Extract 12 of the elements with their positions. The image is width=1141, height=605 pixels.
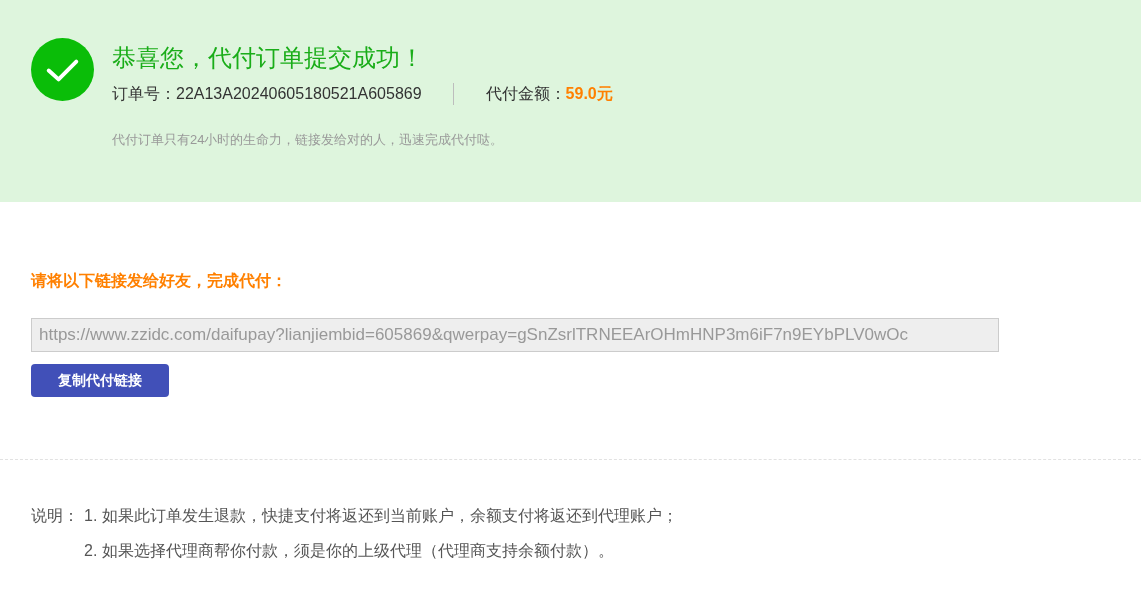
- note-item: 2. 如果选择代理商帮你付款，须是你的上级代理（代理商支持余额付款）。: [84, 541, 615, 561]
- order-number: 22A13A20240605180521A605869: [176, 84, 422, 104]
- validity-note: 代付订单只有24小时的生命力，链接发给对的人，迅速完成代付哒。: [112, 131, 505, 149]
- success-check-icon: [31, 38, 94, 101]
- amount-value: 59.0元: [565, 84, 613, 104]
- share-heading: 请将以下链接发给好友，完成代付：: [31, 271, 287, 291]
- order-number-label: 订单号：: [112, 84, 176, 104]
- notes-label: 说明：: [31, 506, 80, 526]
- success-title: 恭喜您，代付订单提交成功！: [112, 43, 425, 73]
- amount-label: 代付金额：: [485, 84, 566, 104]
- note-item: 1. 如果此订单发生退款，快捷支付将返还到当前账户，余额支付将返还到代理账户；: [84, 506, 678, 526]
- copy-link-button[interactable]: 复制代付链接: [31, 364, 169, 397]
